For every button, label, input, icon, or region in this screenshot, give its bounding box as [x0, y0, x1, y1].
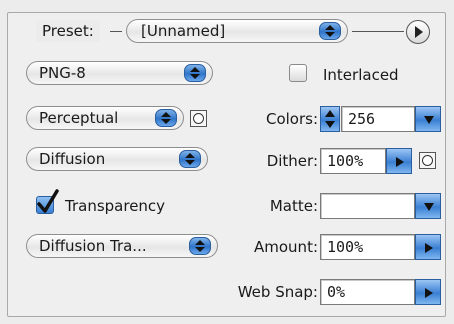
dither-algorithm-value: Diffusion: [39, 150, 106, 168]
amount-slider-button[interactable]: [415, 234, 441, 260]
amount-value: 100%: [327, 238, 364, 256]
transparency-dither-value: Diffusion Tra...: [39, 237, 147, 255]
up-down-arrows-icon: [184, 64, 206, 82]
preset-label: Preset:: [36, 20, 100, 42]
dither-value: 100%: [327, 152, 364, 170]
matte-field[interactable]: [320, 193, 415, 219]
chevron-right-icon: [425, 288, 433, 298]
colors-value: 256: [348, 110, 376, 128]
circle-icon: [193, 113, 204, 124]
chevron-right-icon: [396, 157, 404, 167]
reduction-mask-button[interactable]: [190, 110, 207, 127]
preset-value: [Unnamed]: [141, 22, 226, 40]
chevron-down-icon: [424, 203, 434, 211]
amount-field[interactable]: 100%: [320, 234, 415, 260]
preset-select[interactable]: [Unnamed]: [126, 19, 348, 43]
colors-label: Colors:: [265, 110, 318, 128]
colors-dropdown-button[interactable]: [415, 106, 441, 132]
amount-label: Amount:: [254, 238, 318, 256]
up-down-arrows-icon: [155, 109, 177, 127]
dither-mask-button[interactable]: [419, 152, 436, 169]
color-reduction-select[interactable]: Perceptual: [26, 106, 184, 130]
color-reduction-value: Perceptual: [39, 109, 119, 127]
websnap-value: 0%: [327, 283, 346, 301]
interlaced-checkbox[interactable]: [289, 64, 307, 82]
websnap-slider-button[interactable]: [415, 279, 441, 305]
colors-field[interactable]: 256: [341, 106, 415, 132]
preset-rule: [352, 31, 404, 32]
play-circle-icon[interactable]: [406, 20, 430, 44]
dither-label: Dither:: [266, 152, 318, 170]
up-down-arrows-icon: [179, 150, 201, 168]
websnap-label: Web Snap:: [237, 283, 318, 301]
interlaced-label: Interlaced: [323, 66, 399, 84]
preset-dash: [110, 31, 122, 32]
transparency-checkbox[interactable]: [36, 189, 59, 214]
up-down-arrows-icon: [319, 22, 341, 40]
matte-label: Matte:: [269, 197, 318, 215]
colors-stepper[interactable]: [320, 106, 340, 132]
transparency-dither-select[interactable]: Diffusion Tra...: [26, 234, 218, 258]
chevron-down-icon: [424, 116, 434, 124]
websnap-field[interactable]: 0%: [320, 279, 415, 305]
circle-icon: [422, 155, 433, 166]
file-format-value: PNG-8: [39, 64, 86, 82]
dither-algorithm-select[interactable]: Diffusion: [26, 147, 208, 171]
chevron-right-icon: [425, 243, 433, 253]
up-down-arrows-icon: [189, 237, 211, 255]
matte-dropdown-button[interactable]: [415, 193, 441, 219]
file-format-select[interactable]: PNG-8: [26, 61, 213, 85]
dither-slider-button[interactable]: [386, 148, 412, 174]
transparency-label: Transparency: [65, 197, 166, 215]
checkmark-icon: [37, 189, 59, 213]
dither-field[interactable]: 100%: [320, 148, 386, 174]
